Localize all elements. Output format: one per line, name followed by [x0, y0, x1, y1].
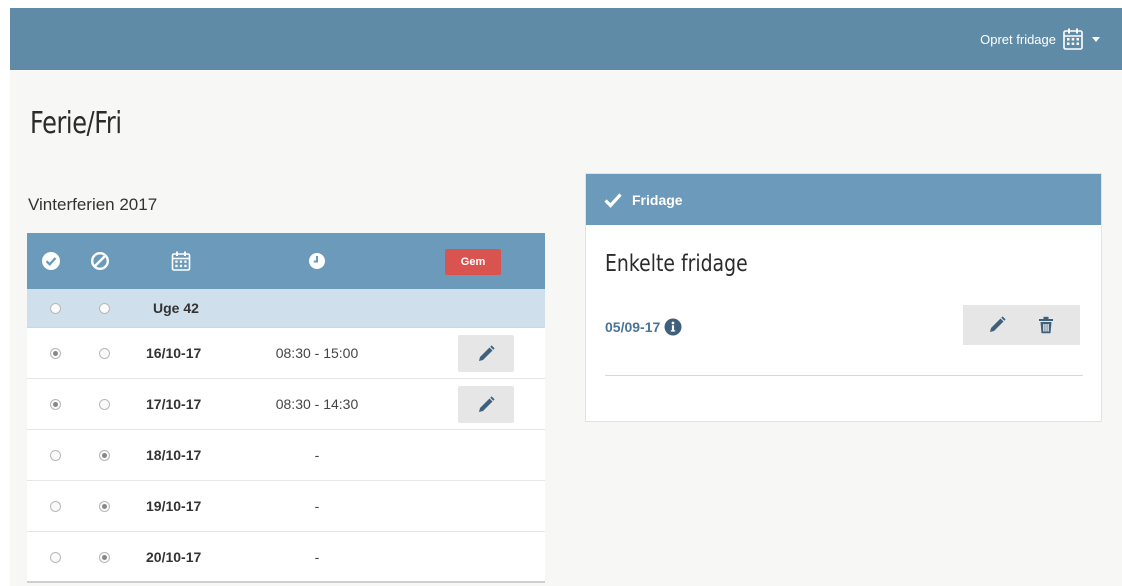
edit-button[interactable] — [458, 386, 514, 423]
row-time: - — [314, 498, 320, 514]
week-approve-radio[interactable] — [50, 303, 61, 314]
row-time: - — [314, 549, 320, 565]
approve-radio[interactable] — [50, 450, 61, 461]
pencil-icon — [479, 395, 495, 412]
reject-radio[interactable] — [99, 399, 110, 410]
row-date: 17/10-17 — [146, 396, 202, 412]
entry-actions — [963, 305, 1080, 345]
table-row: 19/10-17 - — [27, 481, 545, 532]
divider — [605, 375, 1083, 376]
ban-icon — [90, 251, 110, 271]
edit-button[interactable] — [458, 335, 514, 372]
days-off-panel: Fridage Enkelte fridage 05/09-17 — [585, 173, 1102, 422]
calendar-icon — [171, 251, 191, 271]
approve-radio[interactable] — [50, 552, 61, 563]
check-circle-icon — [42, 252, 60, 270]
create-days-off-label: Opret fridage — [980, 31, 1056, 47]
table-row: 20/10-17 - — [27, 532, 545, 583]
row-date: 18/10-17 — [146, 447, 202, 463]
row-date: 16/10-17 — [146, 345, 202, 361]
reject-radio[interactable] — [99, 348, 110, 359]
calendar-icon — [1063, 28, 1083, 50]
table-row: 17/10-17 08:30 - 14:30 — [27, 379, 545, 430]
reject-radio[interactable] — [99, 501, 110, 512]
checkmark-icon — [604, 192, 622, 208]
info-circle-icon[interactable] — [664, 318, 682, 336]
row-time: 08:30 - 15:00 — [275, 345, 359, 361]
days-table: Gem Uge 42 16/10-17 08:30 - 15:00 17/10-… — [27, 233, 545, 583]
approve-radio[interactable] — [50, 501, 61, 512]
row-date: 20/10-17 — [146, 549, 202, 565]
approve-radio[interactable] — [50, 348, 61, 359]
reject-radio[interactable] — [99, 552, 110, 563]
page: Opret fridage Ferie/Fri Vinterferien 201… — [10, 8, 1122, 586]
panel-header: Fridage — [586, 174, 1101, 225]
group-title: Vinterferien 2017 — [28, 195, 158, 214]
save-button[interactable]: Gem — [445, 249, 501, 275]
week-row: Uge 42 — [27, 289, 545, 328]
day-off-date: 05/09-17 — [605, 319, 661, 335]
top-bar: Opret fridage — [10, 8, 1122, 70]
day-off-entry: 05/09-17 — [605, 318, 682, 336]
week-label: Uge 42 — [153, 300, 199, 316]
delete-entry-button[interactable] — [1035, 314, 1057, 336]
row-time: 08:30 - 14:30 — [275, 396, 359, 412]
page-title: Ferie/Fri — [30, 106, 122, 141]
table-header: Gem — [27, 233, 545, 289]
edit-entry-button[interactable] — [986, 314, 1008, 336]
week-reject-radio[interactable] — [99, 303, 110, 314]
trash-icon — [1038, 316, 1053, 334]
pencil-icon — [990, 316, 1006, 332]
row-time: - — [314, 447, 320, 463]
approve-radio[interactable] — [50, 399, 61, 410]
reject-radio[interactable] — [99, 450, 110, 461]
table-row: 18/10-17 - — [27, 430, 545, 481]
panel-subtitle: Enkelte fridage — [605, 251, 748, 277]
pencil-icon — [479, 344, 495, 361]
chevron-down-icon — [1092, 36, 1100, 42]
clock-icon — [309, 253, 325, 269]
row-date: 19/10-17 — [146, 498, 202, 514]
panel-title: Fridage — [632, 191, 683, 208]
table-row: 16/10-17 08:30 - 15:00 — [27, 328, 545, 379]
create-days-off-dropdown[interactable]: Opret fridage — [980, 25, 1100, 53]
